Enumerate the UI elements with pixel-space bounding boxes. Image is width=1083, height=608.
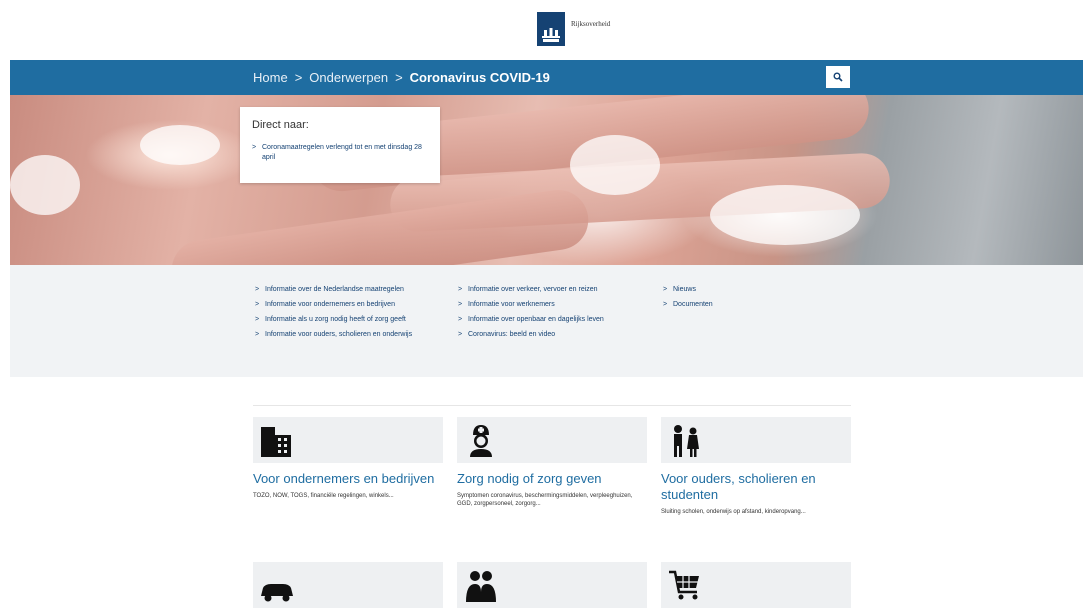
chevron-right-icon: > bbox=[255, 286, 260, 293]
card-description: Sluiting scholen, onderwijs op afstand, … bbox=[661, 509, 806, 515]
topic-link[interactable]: > Informatie over de Nederlandse maatrege… bbox=[255, 285, 445, 295]
card-description: TOZO, NOW, TOGS, financiële regelingen, … bbox=[253, 493, 394, 499]
card-ondernemers[interactable]: Voor ondernemers en bedrijven TOZO, NOW,… bbox=[253, 417, 443, 500]
card-icon-tile bbox=[661, 562, 851, 608]
breadcrumb: Home > Onderwerpen > Coronavirus COVID-1… bbox=[253, 60, 550, 95]
card-verkeer[interactable] bbox=[253, 562, 443, 608]
topic-link[interactable]: > Informatie over openbaar en dagelijks l… bbox=[458, 315, 648, 325]
topic-link[interactable]: > Informatie voor ouders, scholieren en o… bbox=[255, 330, 445, 340]
card-icon-tile bbox=[253, 417, 443, 463]
hand-shape bbox=[167, 186, 593, 265]
people-icon bbox=[466, 571, 496, 602]
breadcrumb-separator: > bbox=[294, 70, 303, 85]
topic-link-label: Informatie over verkeer, vervoer en reiz… bbox=[468, 286, 598, 293]
topic-link[interactable]: > Informatie voor ondernemers en bedrijve… bbox=[255, 300, 445, 310]
hero-image-handwashing bbox=[10, 95, 1083, 265]
direct-link-coronamaatregelen[interactable]: > Coronamaatregelen verlengd tot en met … bbox=[252, 143, 428, 163]
chevron-right-icon: > bbox=[458, 331, 463, 338]
chevron-right-icon: > bbox=[252, 144, 257, 151]
site-logo[interactable]: Rijksoverheid bbox=[537, 12, 610, 46]
topic-link-label: Nieuws bbox=[673, 286, 696, 293]
card-zorg[interactable]: Zorg nodig of zorg geven Symptomen coron… bbox=[457, 417, 647, 508]
topic-link[interactable]: > Informatie over verkeer, vervoer en rei… bbox=[458, 285, 648, 295]
card-ouders[interactable]: Voor ouders, scholieren en studenten Slu… bbox=[661, 417, 851, 516]
car-icon bbox=[261, 584, 293, 602]
parent-child-icon bbox=[674, 425, 699, 457]
links-column-3: > Nieuws > Documenten bbox=[663, 285, 783, 315]
card-title[interactable]: Voor ondernemers en bedrijven bbox=[253, 471, 443, 487]
chevron-right-icon: > bbox=[255, 331, 260, 338]
chevron-right-icon: > bbox=[255, 316, 260, 323]
chevron-right-icon: > bbox=[663, 301, 668, 308]
topic-link-label: Informatie voor werknemers bbox=[468, 301, 555, 308]
direct-link-label: Coronamaatregelen verlengd tot en met di… bbox=[262, 144, 422, 161]
building-icon bbox=[261, 427, 291, 457]
soap-foam bbox=[10, 155, 80, 215]
topic-link-label: Documenten bbox=[673, 301, 713, 308]
card-title[interactable]: Voor ouders, scholieren en studenten bbox=[661, 471, 851, 503]
direct-naar-box: Direct naar: > Coronamaatregelen verleng… bbox=[240, 107, 440, 183]
topic-link[interactable]: > Informatie als u zorg nodig heeft of zo… bbox=[255, 315, 445, 325]
topic-link[interactable]: > Informatie voor werknemers bbox=[458, 300, 648, 310]
chevron-right-icon: > bbox=[255, 301, 260, 308]
topic-link-nieuws[interactable]: > Nieuws bbox=[663, 285, 783, 295]
chevron-right-icon: > bbox=[458, 316, 463, 323]
card-icon-tile bbox=[457, 562, 647, 608]
soap-foam bbox=[710, 185, 860, 245]
soap-foam bbox=[140, 125, 220, 165]
topic-links-panel: > Informatie over de Nederlandse maatrege… bbox=[10, 265, 1083, 377]
card-icon-tile bbox=[661, 417, 851, 463]
shopping-cart-icon bbox=[669, 570, 699, 600]
direct-naar-title: Direct naar: bbox=[252, 119, 309, 131]
topic-link-label: Coronavirus: beeld en video bbox=[468, 331, 556, 338]
topic-link[interactable]: > Coronavirus: beeld en video bbox=[458, 330, 648, 340]
chevron-right-icon: > bbox=[458, 286, 463, 293]
topic-link-label: Informatie voor ouders, scholieren en on… bbox=[265, 331, 413, 338]
section-divider bbox=[253, 405, 851, 406]
card-werknemers[interactable] bbox=[457, 562, 647, 608]
search-icon bbox=[833, 72, 843, 82]
card-icon-tile bbox=[457, 417, 647, 463]
card-title[interactable]: Zorg nodig of zorg geven bbox=[457, 471, 647, 487]
card-dagelijks-leven[interactable] bbox=[661, 562, 851, 608]
card-icon-tile bbox=[253, 562, 443, 608]
breadcrumb-separator: > bbox=[395, 70, 403, 85]
links-column-2: > Informatie over verkeer, vervoer en rei… bbox=[458, 285, 648, 345]
navigation-bar: Home > Onderwerpen > Coronavirus COVID-1… bbox=[10, 60, 1083, 95]
card-description: Symptomen coronavirus, beschermingsmidde… bbox=[457, 493, 633, 507]
breadcrumb-current: Coronavirus COVID-19 bbox=[409, 70, 550, 85]
breadcrumb-home[interactable]: Home bbox=[253, 70, 288, 85]
topic-link-label: Informatie voor ondernemers en bedrijven bbox=[265, 301, 395, 308]
crest-icon bbox=[537, 12, 565, 46]
links-column-1: > Informatie over de Nederlandse maatrege… bbox=[255, 285, 445, 345]
topic-link-label: Informatie als u zorg nodig heeft of zor… bbox=[265, 316, 406, 323]
breadcrumb-onderwerpen[interactable]: Onderwerpen bbox=[309, 70, 388, 85]
chevron-right-icon: > bbox=[663, 286, 668, 293]
topic-link-label: Informatie over de Nederlandse maatregel… bbox=[265, 286, 404, 293]
nurse-icon bbox=[470, 425, 492, 457]
soap-foam bbox=[570, 135, 660, 195]
logo-text: Rijksoverheid bbox=[571, 20, 611, 28]
chevron-right-icon: > bbox=[458, 301, 463, 308]
topic-link-documenten[interactable]: > Documenten bbox=[663, 300, 783, 310]
topic-link-label: Informatie over openbaar en dagelijks le… bbox=[468, 316, 604, 323]
search-button[interactable] bbox=[826, 66, 850, 88]
